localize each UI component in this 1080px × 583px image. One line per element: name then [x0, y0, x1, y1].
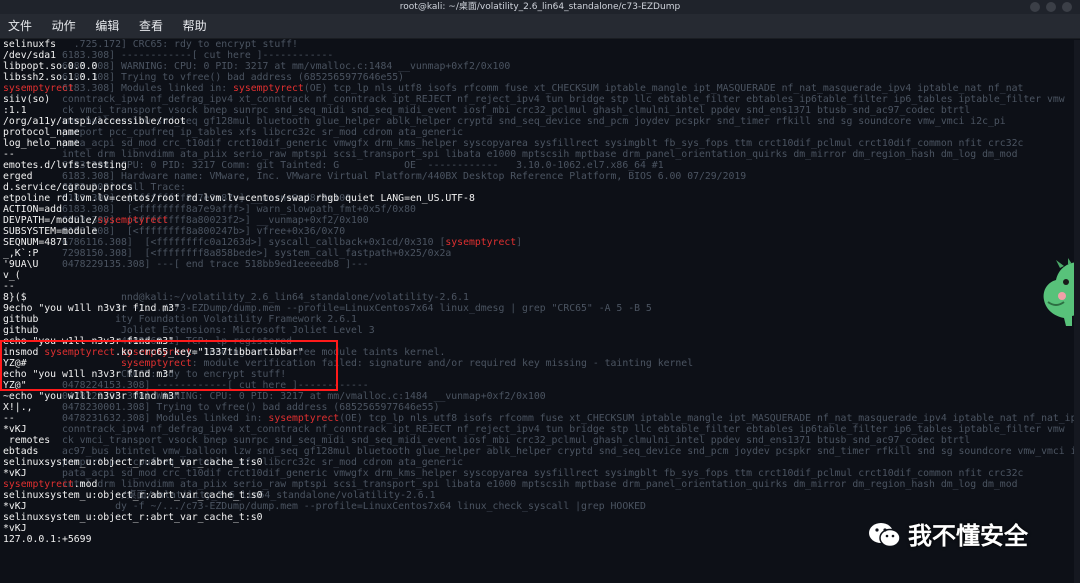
- dmesg-output-line: dy -f ~/.../c73-EZDump/dump.mem --profil…: [3, 501, 646, 512]
- strings-output-line: _,K`:P: [3, 248, 39, 259]
- dmesg-output-line: 6183.308] Modules linked in: sysemptyrec…: [3, 83, 1024, 94]
- scrollbar[interactable]: [1074, 40, 1080, 583]
- strings-output-line: ~echo "you w1ll n3v3r f1nd m3": [3, 391, 180, 402]
- strings-output-line: sysemptyrect: [3, 83, 74, 94]
- dmesg-output-line: conntrack_ipv4 nf_defrag_ipv4 xt_conntra…: [3, 424, 1065, 435]
- dmesg-output-line: nnd@kali:~/volatility_2.6_lin64_standalo…: [3, 292, 469, 303]
- terminal-output[interactable]: .725.172] CRC65: rdy to encrypt stuff! 6…: [0, 39, 1080, 583]
- highlight-box: [0, 340, 338, 391]
- dmesg-output-line: ck vmci_transport vsock bnep sunrpc snd_…: [3, 435, 971, 446]
- strings-output-line: --: [3, 413, 15, 424]
- dmesg-output-line: 6183.308] [<ffffffff8a7e9afff>] warn_slo…: [3, 204, 416, 215]
- dmesg-output-line: pata_acpi sd_mod crc_t10dif crct10dif_ge…: [3, 138, 1024, 149]
- strings-output-line: 8}($: [3, 292, 27, 303]
- dmesg-output-line: intel drm libnvdimm ata_piix serio_raw m…: [3, 479, 1018, 490]
- strings-output-line: ebtads: [3, 446, 39, 457]
- strings-output-line: *vKJ: [3, 424, 27, 435]
- strings-output-line: SUBSYSTEM=module: [3, 226, 98, 237]
- strings-output-line: 9echo "you w1ll n3v3r f1nd m3": [3, 303, 180, 314]
- strings-output-line: /dev/sda1: [3, 50, 57, 61]
- strings-output-line: ACTION=add: [3, 204, 62, 215]
- minimize-icon[interactable]: [1030, 2, 1040, 12]
- strings-output-line: d.service/cgroup.procs: [3, 182, 133, 193]
- strings-output-line: github: [3, 314, 39, 325]
- dmesg-output-line: ac97_bus btintel vmw_balloon lzw snd_seq…: [3, 446, 1080, 457]
- strings-output-line: '9UA\U: [3, 259, 39, 270]
- dmesg-output-line: Joliet Extensions: Microsoft Joliet Leve…: [3, 325, 375, 336]
- strings-output-line: *vKJ: [3, 468, 27, 479]
- dmesg-output-line: 6183.308] Hardware name: VMware, Inc. VM…: [3, 171, 747, 182]
- strings-output-line: protocol_name: [3, 127, 80, 138]
- strings-output-line: X!|.,: [3, 402, 33, 413]
- window-titlebar: root@kali: ~/桌面/volatility_2.6_lin64_sta…: [0, 0, 1080, 14]
- strings-output-line: DEVPATH=/module/sysemptyrect: [3, 215, 169, 226]
- strings-output-line: etpoline rd.lvm.lv=centos/root rd.lvm.lv…: [3, 193, 475, 204]
- dmesg-output-line: 6786116.308] [<ffffffffc0a1263d>] syscal…: [3, 237, 523, 248]
- strings-output-line: emotes.d/lvfs-testing: [3, 160, 127, 171]
- dmesg-output-line: 0478231632.308] Modules linked in: sysem…: [3, 413, 1080, 424]
- dmesg-output-line: 0478230001.308] Trying to vfree() bad ad…: [3, 402, 440, 413]
- strings-output-line: *vKJ: [3, 501, 27, 512]
- strings-output-line: v_(: [3, 270, 21, 281]
- strings-output-line: libpopt.so.0.0.0: [3, 61, 98, 72]
- dmesg-output-line: ity Foundation Volatility Framework 2.6.…: [3, 314, 357, 325]
- strings-output-line: remotes: [3, 435, 51, 446]
- watermark-text: 我不懂安全: [908, 522, 1028, 550]
- watermark: 我不懂安全: [868, 520, 1078, 552]
- strings-output-line: github: [3, 325, 39, 336]
- strings-output-line: erged: [3, 171, 33, 182]
- close-icon[interactable]: [1062, 2, 1072, 12]
- strings-output-line: --: [3, 281, 15, 292]
- strings-output-line: selinuxfs: [3, 39, 57, 50]
- wechat-icon: [869, 523, 901, 548]
- menu-view[interactable]: 查看: [139, 14, 163, 38]
- dmesg-output-line: conntrack_ipv4 nf_defrag_ipv4 xt_conntra…: [3, 94, 1065, 105]
- menu-edit[interactable]: 编辑: [95, 14, 119, 38]
- strings-output-line: selinuxsystem_u:object_r:abrt_var_cache_…: [3, 512, 263, 523]
- strings-output-line: sysemptyrect.mod: [3, 479, 98, 490]
- strings-output-line: :1.1: [3, 105, 27, 116]
- strings-output-line: siiv(so): [3, 94, 51, 105]
- menu-bar: 文件 动作 编辑 查看 帮助: [0, 14, 1080, 39]
- strings-output-line: /org/a11y/atspi/accessible/root: [3, 116, 186, 127]
- strings-output-line: selinuxsystem_u:object_r:abrt_var_cache_…: [3, 457, 263, 468]
- maximize-icon[interactable]: [1046, 2, 1056, 12]
- strings-output-line: --: [3, 149, 15, 160]
- dmesg-output-line: intel drm libnvdimm ata_piix serio_raw m…: [3, 149, 1018, 160]
- dmesg-output-line: 0478229135.308] ---[ end trace 518bb9ed1…: [3, 259, 369, 270]
- strings-output-line: selinuxsystem_u:object_r:abrt_var_cache_…: [3, 490, 263, 501]
- strings-output-line: log_helo_name: [3, 138, 80, 149]
- strings-output-line: 127.0.0.1:+5699: [3, 534, 92, 545]
- dmesg-output-line: pata_acpi sd_mod crc_t10dif crct10dif_ge…: [3, 468, 1024, 479]
- menu-action[interactable]: 动作: [52, 14, 76, 38]
- strings-output-line: SEQNUM=4871: [3, 237, 68, 248]
- menu-help[interactable]: 帮助: [183, 14, 207, 38]
- window-title: root@kali: ~/桌面/volatility_2.6_lin64_sta…: [399, 2, 681, 12]
- dmesg-output-line: 7298150.308] [<ffffffff8a858bede>] syste…: [3, 248, 452, 259]
- menu-file[interactable]: 文件: [8, 14, 32, 38]
- strings-output-line: *vKJ: [3, 523, 27, 534]
- strings-output-line: libssh2.so.1.0.1: [3, 72, 98, 83]
- dmesg-output-line: ck vmci_transport vsock bnep sunrpc snd_…: [3, 105, 971, 116]
